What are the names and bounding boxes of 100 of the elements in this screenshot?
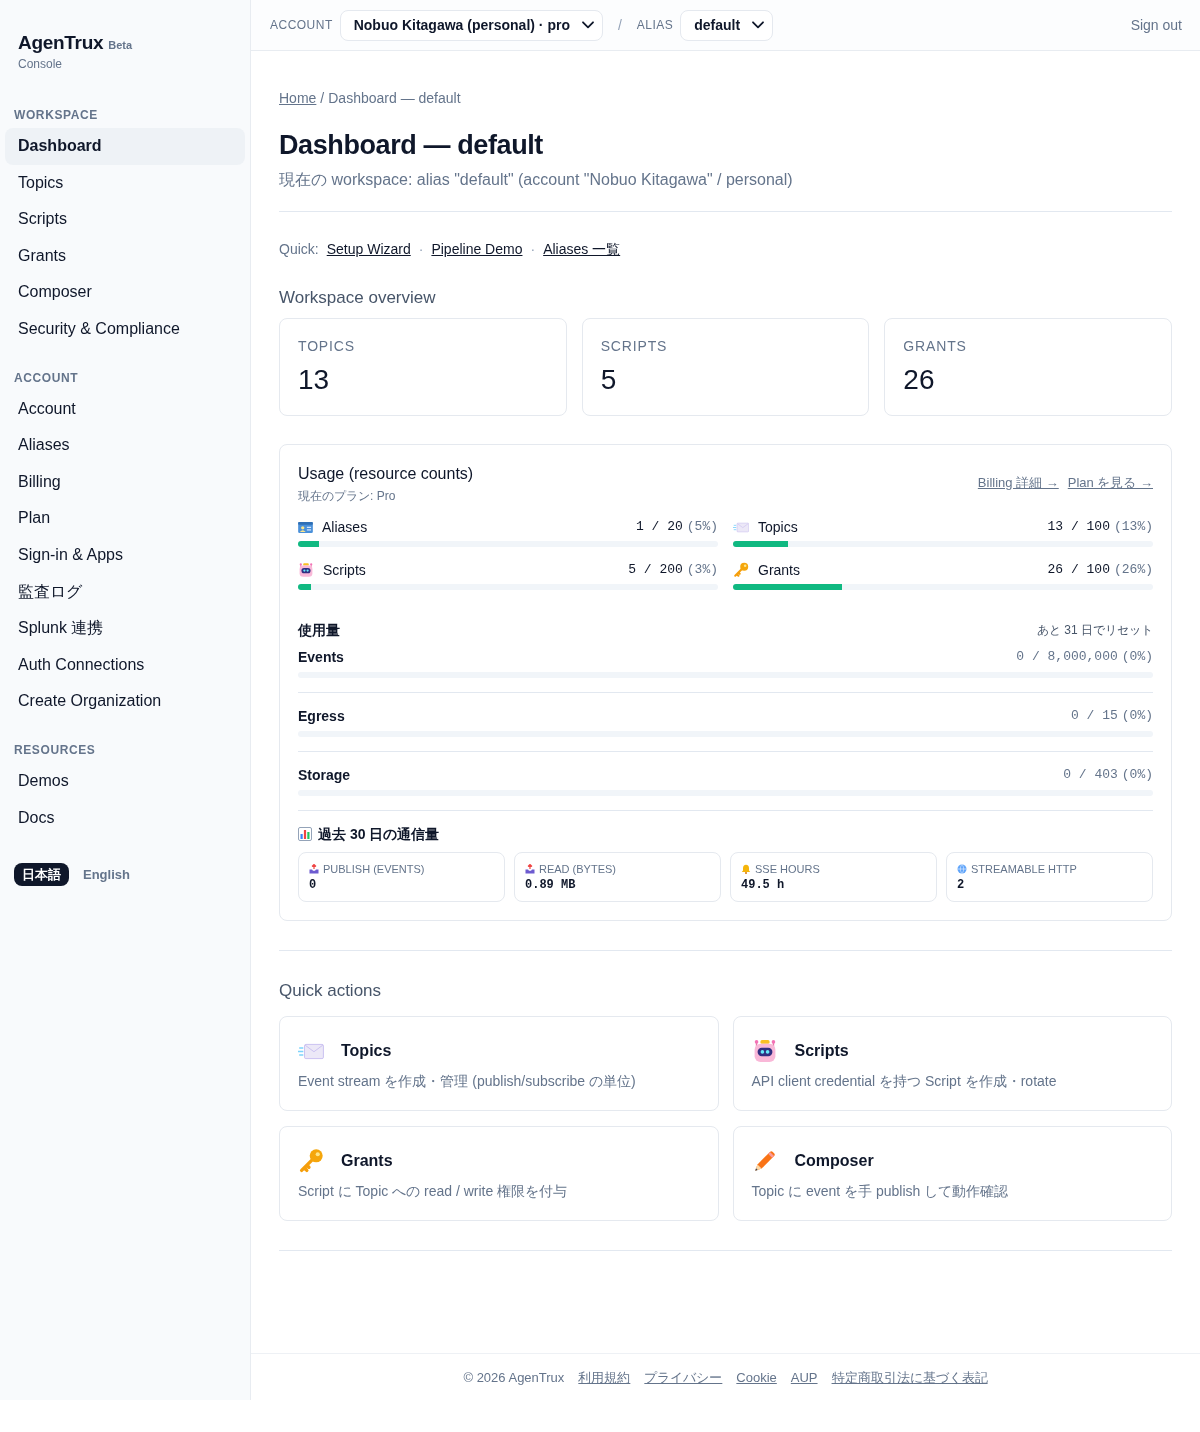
usage-percent: (5%) <box>686 518 718 536</box>
robot-icon <box>298 562 314 578</box>
meter-name: Events <box>298 648 344 667</box>
usage-count: 5 / 200 <box>628 561 683 579</box>
section-title: 過去 30 日の通信量 <box>318 825 440 844</box>
footer-link[interactable]: AUP <box>790 1369 818 1387</box>
id-card-icon <box>298 521 313 533</box>
card-title: Usage (resource counts) <box>298 464 474 484</box>
stat-label: SCRIPTS <box>600 337 668 356</box>
usage-count: 0 / 403 <box>1063 766 1118 784</box>
account-label: ACCOUNT <box>270 17 333 34</box>
sidebar-item[interactable]: Aliases <box>5 427 245 464</box>
chevron-down-icon <box>581 21 594 29</box>
bell-icon <box>741 864 751 874</box>
usage-percent: (3%) <box>686 561 718 579</box>
tile-label: STREAMABLE HTTP <box>971 862 1077 877</box>
action-description: Event stream を作成・管理 (publish/subscribe の単位) <box>298 1072 636 1091</box>
action-title: Grants <box>341 1151 393 1171</box>
page-title: Dashboard — default <box>279 129 543 162</box>
quick-label: Quick: <box>279 240 319 259</box>
link-separator: · <box>530 240 536 259</box>
sidebar-item[interactable]: Plan <box>5 500 245 537</box>
envelope-icon <box>733 521 749 533</box>
quick-link[interactable]: Aliases 一覧 <box>543 239 621 259</box>
brand-name: AgenTrux <box>18 31 104 55</box>
action-title: Scripts <box>794 1041 849 1061</box>
footer-link[interactable]: プライバシー <box>644 1369 723 1387</box>
stat-value: 26 <box>903 363 935 397</box>
globe-icon <box>957 864 967 874</box>
sidebar-item[interactable]: 監査ログ <box>5 573 245 611</box>
section-title: Workspace overview <box>279 287 436 309</box>
sidebar-item[interactable]: Topics <box>5 164 245 202</box>
sidebar-item[interactable]: Account <box>5 390 245 428</box>
section-title: 使用量 <box>298 621 340 640</box>
sidebar-item[interactable]: Security & Compliance <box>5 310 245 348</box>
sidebar-item[interactable]: Sign-in & Apps <box>5 536 245 574</box>
sidebar-item[interactable]: Splunk 連携 <box>5 610 245 647</box>
footer-link[interactable]: Cookie <box>736 1369 777 1387</box>
quick-link[interactable]: Pipeline Demo <box>431 239 523 259</box>
breadcrumb-current: Dashboard — default <box>328 89 461 108</box>
action-card[interactable]: Topics Event stream を作成・管理 (publish/subscribe の単位) <box>279 1016 719 1111</box>
action-title: Topics <box>341 1041 392 1061</box>
stat-value: 5 <box>600 363 617 397</box>
usage-percent: (13%) <box>1114 518 1153 536</box>
sidebar-item[interactable]: Billing <box>5 463 245 501</box>
usage-count: 0 / 8,000,000 <box>1016 648 1118 666</box>
sign-out-link[interactable]: Sign out <box>1130 14 1182 36</box>
tile-value: 0 <box>309 877 317 893</box>
usage-count: 0 / 15 <box>1070 707 1118 725</box>
action-title: Composer <box>794 1151 874 1171</box>
tray-arrow-icon <box>309 864 319 874</box>
quick-link[interactable]: Setup Wizard <box>326 239 411 259</box>
action-card[interactable]: Grants Script に Topic への read / write 権限を付与 <box>279 1126 719 1221</box>
sidebar-item[interactable]: Dashboard <box>5 128 245 165</box>
beta-label: Beta <box>108 38 133 53</box>
language-option[interactable]: 日本語 <box>14 863 69 887</box>
sidebar-item[interactable]: Auth Connections <box>5 646 245 684</box>
sidebar-item[interactable]: Scripts <box>5 201 245 238</box>
link-separator: · <box>418 240 424 259</box>
sidebar-item[interactable]: Demos <box>5 762 245 800</box>
breadcrumb-separator: / <box>320 89 325 108</box>
tile-value: 0.89 MB <box>525 877 576 893</box>
copyright-text: © 2026 AgenTrux <box>463 1369 565 1387</box>
card-link[interactable]: Plan を見る → <box>1067 473 1153 493</box>
plan-label: 現在のプラン: Pro <box>298 488 396 504</box>
account-select[interactable]: Nobuo Kitagawa (personal) · pro <box>339 9 603 41</box>
breadcrumb-link[interactable]: Home <box>279 88 317 108</box>
bar-chart-icon <box>298 827 312 841</box>
brand-subtitle: Console <box>18 56 63 72</box>
tile-value: 49.5 h <box>741 877 785 893</box>
tray-arrow-icon <box>525 864 535 874</box>
action-description: API client credential を持つ Script を作成・rotate <box>751 1072 1057 1091</box>
key-icon <box>298 1148 324 1174</box>
key-icon <box>733 562 749 578</box>
action-card[interactable]: Composer Topic に event を手 publish して動作確認 <box>732 1126 1172 1221</box>
action-description: Script に Topic への read / write 権限を付与 <box>298 1182 568 1201</box>
sidebar-item[interactable]: Composer <box>5 274 245 311</box>
language-option[interactable]: English <box>75 863 138 887</box>
sidebar-item[interactable]: Grants <box>5 237 245 275</box>
sidebar-item[interactable]: Create Organization <box>5 683 245 720</box>
chevron-down-icon <box>752 21 765 29</box>
action-card[interactable]: Scripts API client credential を持つ Script を作成・rotate <box>732 1016 1172 1111</box>
meter-name: Egress <box>298 707 345 726</box>
tile-label: SSE HOURS <box>755 862 820 877</box>
alias-select[interactable]: default <box>680 9 774 41</box>
footer-link[interactable]: 利用規約 <box>578 1369 631 1387</box>
usage-count: 13 / 100 <box>1047 518 1110 536</box>
usage-percent: (0%) <box>1121 648 1153 666</box>
alias-label: ALIAS <box>636 17 674 34</box>
stat-value: 13 <box>298 363 330 397</box>
sidebar-item[interactable]: Docs <box>5 799 245 837</box>
usage-count: 1 / 20 <box>635 518 683 536</box>
usage-percent: (26%) <box>1114 561 1153 579</box>
footer-link[interactable]: 特定商取引法に基づく表記 <box>831 1369 988 1387</box>
section-heading: RESOURCES <box>14 741 96 759</box>
card-link[interactable]: Billing 詳細 → <box>977 473 1059 493</box>
reset-note: あと 31 日でリセット <box>1037 622 1153 639</box>
resource-name: Topics <box>758 518 798 537</box>
resource-name: Scripts <box>323 561 366 580</box>
envelope-icon <box>298 1042 324 1060</box>
